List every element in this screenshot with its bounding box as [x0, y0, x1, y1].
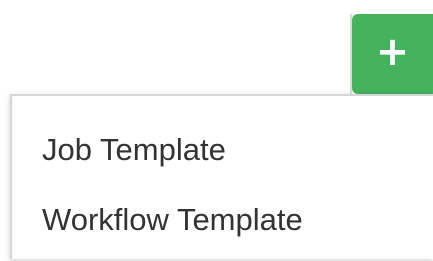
add-dropdown-menu: Job Template Workflow Template	[10, 94, 433, 259]
menu-item-job-template[interactable]: Job Template	[42, 132, 226, 168]
plus-icon: +	[375, 29, 410, 75]
menu-item-workflow-template[interactable]: Workflow Template	[42, 202, 303, 238]
stage: + Job Template Workflow Template	[0, 0, 433, 261]
add-button[interactable]: +	[352, 14, 433, 94]
